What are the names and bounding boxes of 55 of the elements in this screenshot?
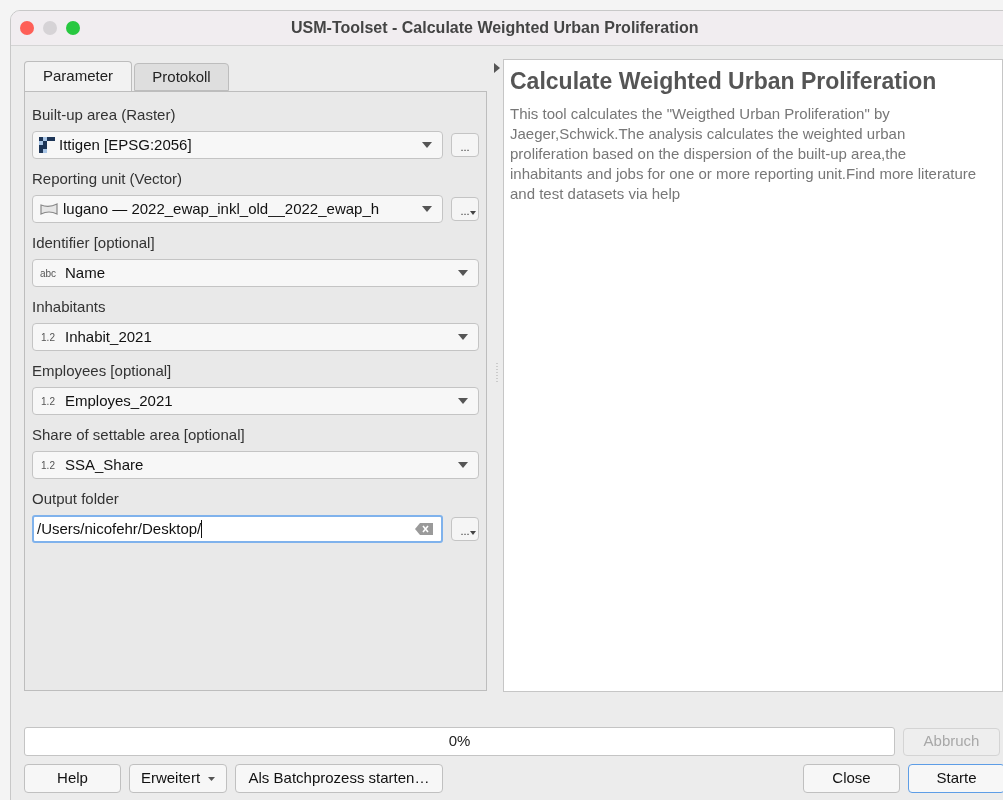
folder-path-field[interactable]: /Users/nicofehr/Desktop/ — [32, 515, 443, 543]
browse-button[interactable]: ... — [451, 197, 479, 221]
browse-button[interactable]: ... — [451, 517, 479, 541]
parameter-label: Output folder — [32, 489, 120, 509]
parameter-label: Share of settable area [optional] — [32, 425, 246, 445]
caret-icon — [422, 142, 432, 148]
dropdown-value: Employes_2021 — [65, 390, 174, 411]
description-text: This tool calculates the "Weigthed Urban Proliferation" by Jaeger,Schwick.The analysis calculates the weighted urban proliferation based on the dispersion of the built-up area,the inhabitants and jobs for one or more reporting unit.Find more literature and test datasets via help — [510, 104, 978, 204]
parameter-label: Inhabitants — [32, 297, 107, 317]
layer-dropdown[interactable]: 1.2 Inhabit_2021 — [32, 323, 479, 351]
progress-text: 0% — [448, 731, 471, 752]
caret-icon — [458, 334, 468, 340]
layer-dropdown[interactable]: abc Name — [32, 259, 479, 287]
dropdown-value: Ittigen [EPSG:2056] — [59, 134, 193, 155]
dropdown-value: SSA_Share — [65, 454, 145, 475]
tab[interactable]: Protokoll — [134, 63, 229, 91]
field-type-label: abc — [39, 266, 57, 281]
parameter-label: Built-up area (Raster) — [32, 105, 177, 125]
dropdown-value: lugano — 2022_ewap_inkl_old__2022_ewap_h — [63, 198, 381, 219]
splitter-handle-icon[interactable] — [496, 363, 498, 383]
caret-icon — [208, 776, 216, 781]
layer-dropdown[interactable]: 1.2 Employes_2021 — [32, 387, 479, 415]
zoom-window-button[interactable] — [66, 21, 80, 35]
caret-icon — [470, 211, 476, 215]
dropdown-value: Inhabit_2021 — [65, 326, 153, 347]
raster-layer-icon — [39, 137, 55, 153]
browse-button[interactable]: ... — [451, 133, 479, 157]
description-title: Calculate Weighted Urban Proliferation — [510, 67, 938, 96]
dialog-button[interactable]: Als Batchprozess starten… — [235, 764, 443, 793]
parameter-label: Reporting unit (Vector) — [32, 169, 184, 189]
parameter-label: Identifier [optional] — [32, 233, 156, 253]
path-value: /Users/nicofehr/Desktop/ — [37, 518, 202, 539]
dialog-button[interactable]: Help — [24, 764, 121, 793]
tab[interactable]: Parameter — [24, 61, 132, 91]
window-title: USM-Toolset - Calculate Weighted Urban Proliferation — [291, 18, 699, 38]
field-type-label: 1.2 — [40, 458, 56, 473]
close-window-button[interactable] — [20, 21, 34, 35]
layer-dropdown[interactable]: 1.2 SSA_Share — [32, 451, 479, 479]
caret-icon — [470, 531, 476, 535]
parameter-label: Employees [optional] — [32, 361, 173, 381]
caret-icon — [422, 206, 432, 212]
dialog-button[interactable]: Starte — [908, 764, 1003, 793]
dropdown-value: Name — [65, 262, 106, 283]
polygon-layer-icon — [39, 202, 59, 216]
field-type-label: 1.2 — [40, 330, 56, 345]
caret-icon — [458, 462, 468, 468]
clear-icon[interactable] — [415, 523, 433, 535]
caret-icon — [458, 270, 468, 276]
field-type-label: 1.2 — [40, 394, 56, 409]
dialog-button[interactable]: Close — [803, 764, 900, 793]
layer-dropdown[interactable]: Ittigen [EPSG:2056] — [32, 131, 443, 159]
dialog-button[interactable]: Erweitert — [129, 764, 227, 793]
collapse-arrow-icon[interactable] — [494, 63, 500, 73]
caret-icon — [458, 398, 468, 404]
layer-dropdown[interactable]: lugano — 2022_ewap_inkl_old__2022_ewap_h — [32, 195, 443, 223]
